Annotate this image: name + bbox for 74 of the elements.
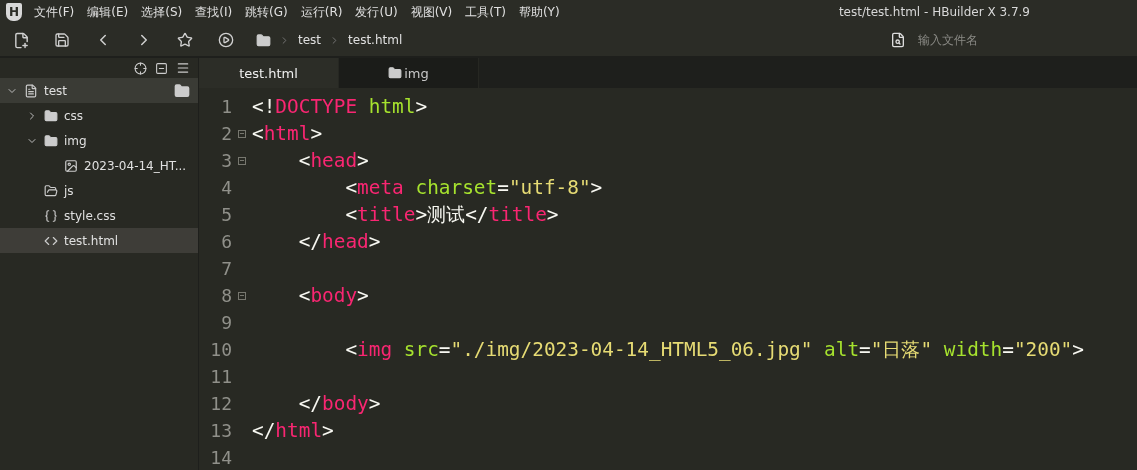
line-number: 10 bbox=[209, 339, 232, 360]
folder-icon[interactable] bbox=[174, 82, 190, 99]
line-number: 6 bbox=[220, 231, 232, 252]
code-line: <title>测试</title> bbox=[344, 202, 559, 228]
menu-item[interactable]: 运行(R) bbox=[300, 3, 343, 21]
collapse-icon[interactable] bbox=[155, 61, 168, 75]
fold-icon[interactable] bbox=[238, 129, 246, 138]
window-title: test/test.html - HBuilder X 3.7.9 bbox=[838, 5, 1030, 19]
tree-item[interactable]: img bbox=[0, 128, 198, 153]
tree-label: test bbox=[44, 83, 68, 98]
menu-item[interactable]: 跳转(G) bbox=[245, 3, 288, 21]
tree-item[interactable]: js bbox=[0, 178, 198, 203]
fold-icon[interactable] bbox=[238, 156, 246, 165]
menu-item[interactable]: 查找(I) bbox=[195, 3, 233, 21]
line-number: 5 bbox=[220, 204, 232, 225]
tree-item[interactable]: style.css bbox=[0, 203, 198, 228]
code-line: <head> bbox=[297, 149, 369, 172]
tree-item[interactable]: test bbox=[0, 78, 198, 103]
code-line: </body> bbox=[297, 392, 381, 415]
tree-label: css bbox=[64, 108, 84, 123]
project-icon bbox=[24, 83, 38, 98]
breadcrumb-item[interactable]: test.html bbox=[348, 33, 403, 47]
fold-icon[interactable] bbox=[238, 291, 246, 300]
line-number: 7 bbox=[220, 258, 232, 279]
locate-icon[interactable] bbox=[134, 61, 147, 75]
code-line: <img src="./img/2023-04-14_HTML5_06.jpg" alt="日落" width="200"> bbox=[344, 337, 1084, 363]
menu-item[interactable]: 帮助(Y) bbox=[518, 3, 560, 21]
code-line: <body> bbox=[297, 284, 369, 307]
image-icon bbox=[64, 158, 78, 173]
file-plus-icon bbox=[12, 31, 30, 49]
tree-label: style.css bbox=[64, 208, 116, 223]
tree-item[interactable]: test.html bbox=[0, 228, 198, 253]
folder-icon bbox=[256, 32, 271, 48]
code-line: <!DOCTYPE html> bbox=[252, 95, 428, 118]
file-search-icon bbox=[890, 32, 906, 48]
line-number: 2 bbox=[220, 123, 232, 144]
line-number: 3 bbox=[220, 150, 232, 171]
line-number: 12 bbox=[209, 393, 232, 414]
tree-label: 2023-04-14_HT... bbox=[84, 158, 187, 173]
folder-icon bbox=[44, 133, 58, 148]
menu-icon[interactable] bbox=[176, 61, 190, 75]
tree-label: img bbox=[64, 133, 87, 148]
file-search-field[interactable]: 输入文件名 bbox=[916, 32, 1100, 48]
app-logo: H bbox=[6, 3, 22, 21]
star-icon bbox=[177, 32, 193, 48]
save-icon bbox=[54, 32, 70, 48]
tree-label: js bbox=[64, 183, 74, 198]
code-line: <html> bbox=[252, 122, 323, 145]
line-number: 8 bbox=[220, 285, 232, 306]
breadcrumb-item[interactable]: test bbox=[298, 33, 322, 47]
line-number: 4 bbox=[220, 177, 232, 198]
tree-item[interactable]: css bbox=[0, 103, 198, 128]
tree-item[interactable]: 2023-04-14_HT... bbox=[0, 153, 198, 178]
code-line: </head> bbox=[297, 230, 381, 253]
line-number: 1 bbox=[220, 96, 232, 117]
code-line: </html> bbox=[252, 419, 334, 442]
line-number: 13 bbox=[209, 420, 232, 441]
menu-item[interactable]: 工具(T) bbox=[465, 3, 506, 21]
braces-icon bbox=[44, 208, 58, 223]
play-icon bbox=[218, 32, 234, 48]
line-number: 9 bbox=[220, 312, 232, 333]
editor-tab[interactable]: test.html bbox=[199, 58, 339, 88]
folder-icon bbox=[388, 66, 403, 80]
line-number: 11 bbox=[209, 366, 232, 387]
code-line: <meta charset="utf-8"> bbox=[344, 176, 603, 199]
folder-icon bbox=[44, 183, 58, 198]
menu-item[interactable]: 发行(U) bbox=[355, 3, 398, 21]
tree-label: test.html bbox=[64, 233, 119, 248]
menu-item[interactable]: 选择(S) bbox=[141, 3, 183, 21]
menu-item[interactable]: 编辑(E) bbox=[87, 3, 129, 21]
menu-item[interactable]: 文件(F) bbox=[34, 3, 75, 21]
menu-item[interactable]: 视图(V) bbox=[410, 3, 453, 21]
folder-icon bbox=[44, 108, 58, 123]
line-number: 14 bbox=[209, 447, 232, 468]
